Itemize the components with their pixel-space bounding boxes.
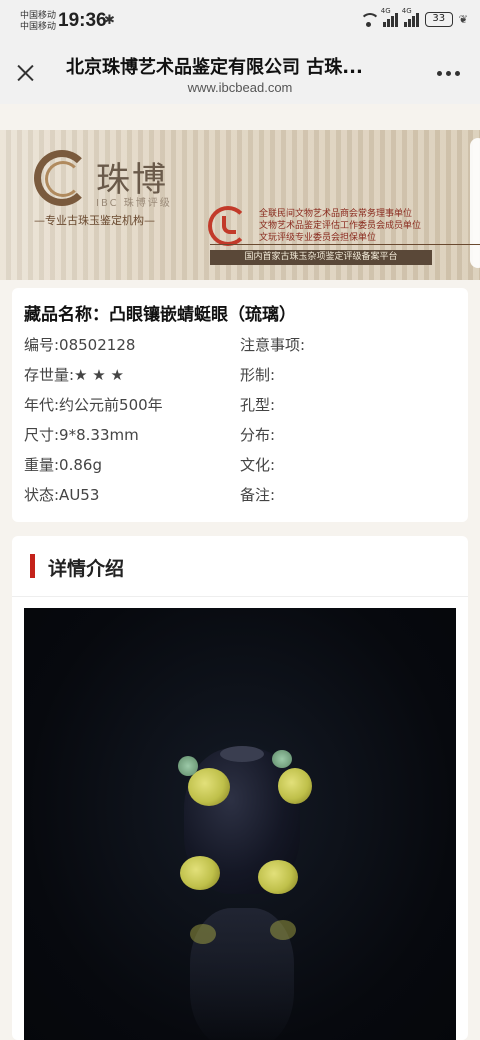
carrier-2: 中国移动	[20, 22, 57, 32]
eye-dot	[180, 856, 220, 890]
wifi-icon	[359, 12, 380, 27]
attribute-value: 存世量:★ ★ ★	[24, 366, 124, 384]
page-url: www.ibcbead.com	[187, 80, 293, 95]
carrier-info: 中国移动 中国移动	[20, 11, 56, 33]
attribute-value: 编号:08502128	[24, 336, 136, 354]
battery-icon: 33	[424, 12, 453, 27]
attribute-value: 文化:	[240, 456, 276, 474]
side-tab	[470, 138, 480, 268]
eye-dot	[178, 756, 198, 776]
item-photo[interactable]	[24, 608, 456, 1040]
attribute-row: 年代:约公元前500年 孔型:	[24, 394, 456, 424]
eye-dot	[258, 860, 298, 894]
attribute-value: 状态:AU53	[24, 486, 100, 504]
status-icons: 4G 4G 33 ❦	[359, 7, 468, 27]
signal-icon-2: 4G	[402, 7, 419, 27]
carrier-1: 中国移动	[20, 11, 57, 21]
attribute-row: 重量:0.86g 文化:	[24, 454, 456, 484]
item-info-card: 藏品名称：凸眼镶嵌蜻蜓眼（琉璃） 编号:08502128 注意事项: 存世量:★…	[12, 288, 468, 522]
status-bar: 中国移动 中国移动 19:36 ✱ 4G 4G 33 ❦	[0, 0, 480, 44]
attribute-row: 编号:08502128 注意事项:	[24, 334, 456, 364]
org-affiliations: 全联民间文物艺术品商会常务理事单位 文物艺术品鉴定评估工作委员会成员单位 文玩评…	[259, 209, 422, 243]
more-icon[interactable]	[437, 71, 460, 76]
attribute-row: 状态:AU53 备注:	[24, 484, 456, 514]
attribute-value: 年代:约公元前500年	[24, 396, 163, 414]
attribute-value: 形制:	[240, 366, 276, 384]
section-title: 详情介绍	[48, 558, 125, 580]
attribute-value: 孔型:	[240, 396, 276, 414]
attribute-value: 分布:	[240, 426, 276, 444]
clock: 19:36	[58, 10, 107, 31]
brand-subtitle: IBC 珠博评级	[96, 198, 172, 209]
item-attributes: 编号:08502128 注意事项: 存世量:★ ★ ★ 形制: 年代:约公元前5…	[24, 334, 456, 514]
leaf-icon: ❦	[458, 13, 468, 26]
banner-strip: 国内首家古珠玉杂项鉴定评级备案平台	[210, 250, 432, 265]
eye-dot	[278, 768, 312, 804]
page-title: 北京珠博艺术品鉴定有限公司 古珠...	[66, 57, 363, 78]
details-section: 详情介绍	[12, 536, 468, 1040]
attribute-value: 备注:	[240, 486, 276, 504]
brand-tagline: —专业古珠玉鉴定机构—	[34, 214, 155, 227]
attribute-row: 尺寸:9*8.33mm 分布:	[24, 424, 456, 454]
attribute-value: 重量:0.86g	[24, 456, 102, 474]
item-title: 藏品名称：凸眼镶嵌蜻蜓眼（琉璃）	[24, 305, 296, 325]
brand-banner: 珠博 IBC 珠博评级 —专业古珠玉鉴定机构— 全联民间文物艺术品商会常务理事单…	[0, 130, 480, 280]
bluetooth-icon: ✱	[104, 13, 115, 28]
eye-dot	[272, 750, 292, 768]
attribute-row: 存世量:★ ★ ★ 形制:	[24, 364, 456, 394]
attribute-value: 尺寸:9*8.33mm	[24, 426, 139, 444]
nav-bar: 北京珠博艺术品鉴定有限公司 古珠... www.ibcbead.com	[0, 44, 480, 104]
bead-hole	[220, 746, 264, 762]
accent-bar	[30, 554, 35, 578]
signal-icon: 4G	[381, 7, 398, 27]
attribute-value: 注意事项:	[240, 336, 306, 354]
